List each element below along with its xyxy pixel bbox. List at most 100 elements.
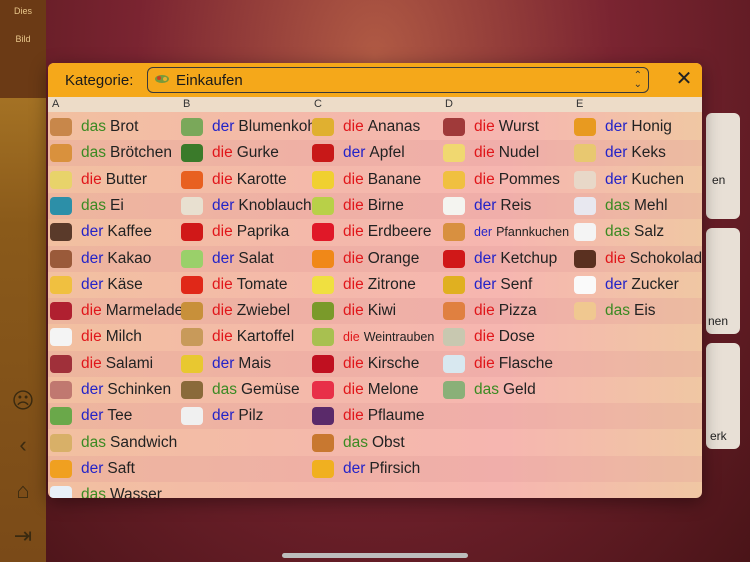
word-item[interactable]: der Kaffee	[50, 219, 152, 245]
smiley-icon[interactable]: ☹	[10, 388, 36, 414]
word-item[interactable]: die Flasche	[443, 351, 553, 377]
background-card-2[interactable]: nen	[706, 228, 740, 334]
word-item[interactable]: der Käse	[50, 272, 143, 298]
word-item[interactable]: der Reis	[443, 193, 531, 219]
article: die	[474, 170, 495, 188]
word-item[interactable]: die Kiwi	[312, 298, 396, 324]
word-item[interactable]: die Melone	[312, 377, 419, 403]
word-item[interactable]: die Banane	[312, 167, 421, 193]
word-item[interactable]: die Pflaume	[312, 403, 425, 429]
word-item[interactable]: die Nudel	[443, 140, 539, 166]
word-item[interactable]: der Apfel	[312, 140, 405, 166]
word-label: Keks	[631, 144, 666, 162]
word-item[interactable]: das Eis	[574, 298, 656, 324]
food-icon	[312, 249, 334, 268]
word-item[interactable]: der Kakao	[50, 246, 151, 272]
word-item[interactable]: das Salz	[574, 219, 664, 245]
word-item[interactable]: die Weintrauben	[312, 324, 434, 350]
word-label: Knoblauch	[238, 196, 312, 214]
word-item[interactable]: der Pfannkuchen	[443, 219, 569, 245]
word-item[interactable]: der Saft	[50, 456, 135, 482]
word-item[interactable]: der Blumenkohl	[181, 114, 319, 140]
food-icon	[181, 302, 203, 321]
word-item[interactable]: das Brot	[50, 114, 138, 140]
word-item[interactable]: das Mehl	[574, 193, 668, 219]
word-label: Pflaume	[367, 407, 425, 425]
word-item[interactable]: die Butter	[50, 167, 147, 193]
chevron-updown-icon: ⌃ ⌄	[633, 70, 642, 90]
word-item[interactable]: das Geld	[443, 377, 536, 403]
word-label: Zitrone	[367, 275, 416, 293]
background-card-1[interactable]: en	[706, 113, 740, 219]
letter-c: C	[314, 98, 322, 110]
back-icon[interactable]: ‹	[10, 432, 36, 458]
word-item[interactable]: das Ei	[50, 193, 124, 219]
word-item[interactable]: die Kartoffel	[181, 324, 294, 350]
word-item[interactable]: die Orange	[312, 246, 419, 272]
article: der	[605, 118, 628, 135]
word-item[interactable]: die Erdbeere	[312, 219, 431, 245]
word-item[interactable]: die Pizza	[443, 298, 537, 324]
home-icon[interactable]: ⌂	[10, 478, 36, 504]
word-item[interactable]: die Salami	[50, 351, 153, 377]
word-label: Gemüse	[241, 381, 300, 398]
word-item[interactable]: der Ketchup	[443, 246, 557, 272]
food-icon	[312, 407, 334, 426]
word-item[interactable]: das Obst	[312, 430, 405, 456]
word-item[interactable]: die Wurst	[443, 114, 539, 140]
word-item[interactable]: der Honig	[574, 114, 672, 140]
article: die	[474, 144, 495, 162]
word-item[interactable]: der Tee	[50, 403, 132, 429]
word-item[interactable]: die Ananas	[312, 114, 420, 140]
word-item[interactable]: der Kuchen	[574, 167, 684, 193]
word-item[interactable]: der Pfirsich	[312, 456, 420, 482]
article: die	[81, 302, 102, 320]
word-item[interactable]: das Sandwich	[50, 430, 177, 456]
food-icon	[50, 302, 72, 321]
word-item[interactable]: dieSchokolade	[574, 246, 702, 272]
word-label: Käse	[107, 275, 143, 293]
background-card-3[interactable]: erk	[706, 343, 740, 449]
article: der	[212, 354, 235, 372]
article: der	[212, 118, 235, 135]
word-label: Kartoffel	[236, 328, 295, 346]
word-item[interactable]: das Wasser	[50, 482, 162, 498]
word-item[interactable]: der Pilz	[181, 403, 263, 429]
food-icon	[50, 275, 72, 294]
word-item[interactable]: der Mais	[181, 351, 271, 377]
word-item[interactable]: die Gurke	[181, 140, 279, 166]
word-item[interactable]: die Marmelade	[50, 298, 183, 324]
word-item[interactable]: die Birne	[312, 193, 404, 219]
word-item[interactable]: die Zitrone	[312, 272, 416, 298]
word-item[interactable]: die Paprika	[181, 219, 289, 245]
word-item[interactable]: die Dose	[443, 324, 535, 350]
letter-a: A	[52, 98, 60, 110]
word-item[interactable]: die Milch	[50, 324, 142, 350]
close-icon[interactable]: ✕	[674, 69, 694, 89]
food-icon	[312, 223, 334, 242]
word-item[interactable]: die Pommes	[443, 167, 560, 193]
word-item[interactable]: die Zwiebel	[181, 298, 290, 324]
category-select[interactable]: Einkaufen ⌃ ⌄	[147, 67, 649, 93]
word-item[interactable]: der Zucker	[574, 272, 679, 298]
article: die	[605, 249, 626, 267]
word-label: Erdbeere	[367, 223, 432, 241]
word-item[interactable]: die Kirsche	[312, 351, 419, 377]
word-item[interactable]: der Keks	[574, 140, 666, 166]
food-icon	[312, 328, 334, 347]
article: der	[81, 223, 104, 241]
home-indicator[interactable]	[282, 553, 468, 558]
word-label: Blumenkohl	[238, 118, 320, 135]
word-item[interactable]: der Salat	[181, 246, 274, 272]
food-icon	[443, 249, 465, 268]
food-icon	[312, 144, 334, 163]
word-item[interactable]: der Knoblauch	[181, 193, 312, 219]
word-item[interactable]: die Tomate	[181, 272, 288, 298]
word-item[interactable]: der Schinken	[50, 377, 171, 403]
word-item[interactable]: das Gemüse	[181, 377, 300, 403]
word-item[interactable]: das Brötchen	[50, 140, 172, 166]
exit-icon[interactable]: ⇥	[10, 523, 36, 549]
word-item[interactable]: die Karotte	[181, 167, 287, 193]
word-label: Schinken	[107, 381, 172, 398]
word-item[interactable]: der Senf	[443, 272, 532, 298]
